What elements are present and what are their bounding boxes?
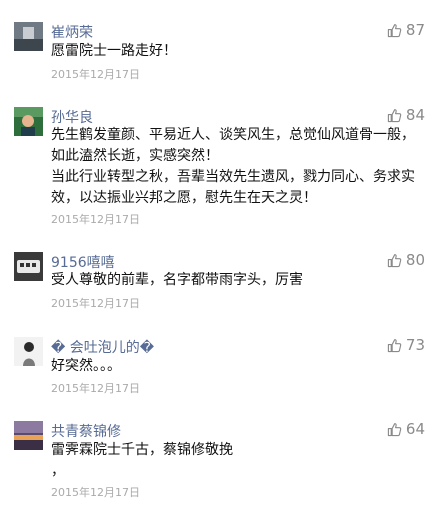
- comment-date: 2015年12月17日: [51, 213, 140, 226]
- comment-line: 如此溘然长逝，实感突然！: [51, 148, 219, 164]
- comment-text: 愿雷院士一路走好！: [51, 41, 431, 62]
- comment-author[interactable]: 共青蔡锦修: [51, 421, 121, 441]
- comment-text: 受人尊敬的前辈，名字都带雨字头，厉害: [51, 270, 431, 291]
- comment-line: 效，以达振业兴邦之愿，慰先生在天之灵！: [51, 190, 317, 206]
- comment-line: 好突然。。。: [51, 358, 121, 374]
- like-button[interactable]: 64: [387, 420, 425, 438]
- comment-author[interactable]: � 会吐泡儿的�: [51, 337, 154, 357]
- like-button[interactable]: 87: [387, 21, 425, 39]
- comment-line: 受人尊敬的前辈，名字都带雨字头，厉害: [51, 272, 303, 288]
- comment-date: 2015年12月17日: [51, 486, 140, 499]
- comment-line: 当此行业转型之秋，吾辈当效先生遗风，戮力同心、务求实: [51, 169, 415, 185]
- like-count: 84: [405, 106, 425, 124]
- avatar[interactable]: [14, 107, 43, 136]
- comment-author[interactable]: 孙华良: [51, 107, 93, 127]
- comment-text: 雷霁霖院士千古，蔡锦修敬挽 ，: [51, 440, 431, 482]
- thumbs-up-icon: [387, 422, 402, 436]
- like-count: 64: [405, 420, 425, 438]
- like-button[interactable]: 73: [387, 336, 425, 354]
- like-count: 80: [405, 251, 425, 269]
- comment-line: ，: [51, 463, 65, 479]
- comment-date: 2015年12月17日: [51, 382, 140, 395]
- comment-text: 先生鹤发童颜、平易近人、谈笑风生，总觉仙风道骨一般， 如此溘然长逝，实感突然！ …: [51, 125, 431, 209]
- avatar[interactable]: [14, 337, 43, 366]
- comment-text: 好突然。。。: [51, 356, 431, 377]
- comment-line: 愿雷院士一路走好！: [51, 43, 177, 59]
- like-button[interactable]: 80: [387, 251, 425, 269]
- thumbs-up-icon: [387, 108, 402, 122]
- comment-date: 2015年12月17日: [51, 68, 140, 81]
- avatar[interactable]: [14, 22, 43, 51]
- avatar[interactable]: [14, 252, 43, 281]
- like-count: 87: [405, 21, 425, 39]
- thumbs-up-icon: [387, 253, 402, 267]
- comment-author[interactable]: 9156嘻嘻: [51, 252, 115, 272]
- thumbs-up-icon: [387, 23, 402, 37]
- comment-line: 雷霁霖院士千古，蔡锦修敬挽: [51, 442, 233, 458]
- like-count: 73: [405, 336, 425, 354]
- comment-date: 2015年12月17日: [51, 297, 140, 310]
- avatar[interactable]: [14, 421, 43, 450]
- comment-line: 先生鹤发童颜、平易近人、谈笑风生，总觉仙风道骨一般，: [51, 127, 415, 143]
- comment-author[interactable]: 崔炳荣: [51, 22, 93, 42]
- like-button[interactable]: 84: [387, 106, 425, 124]
- thumbs-up-icon: [387, 338, 402, 352]
